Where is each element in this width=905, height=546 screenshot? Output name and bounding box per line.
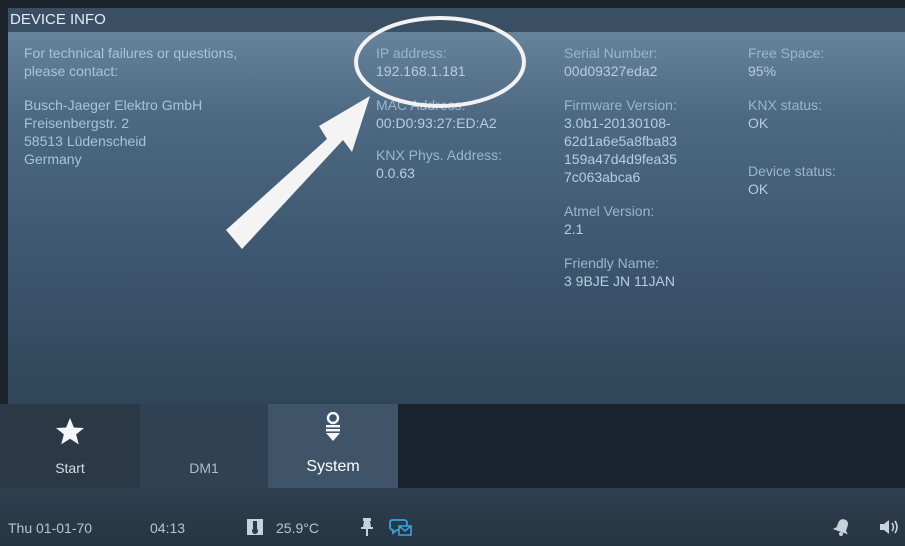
pointer-arrow xyxy=(226,96,370,249)
tab-start-label: Start xyxy=(55,460,85,476)
message-icon[interactable] xyxy=(389,517,413,537)
status-bar: Thu 01-01-70 04:13 25.9°C xyxy=(0,488,905,546)
device-info-panel: DEVICE INFO For technical failures or qu… xyxy=(8,8,905,404)
date-display: Thu 01-01-70 xyxy=(8,520,93,536)
system-icon xyxy=(326,412,340,441)
bottom-nav: Start DM1 System xyxy=(0,404,905,488)
tab-start[interactable]: Start xyxy=(0,404,140,488)
star-icon xyxy=(56,418,84,445)
bell-icon[interactable] xyxy=(832,517,852,537)
thermometer-icon[interactable] xyxy=(246,518,264,536)
pin-icon[interactable] xyxy=(360,517,374,537)
tab-system-label: System xyxy=(306,458,360,475)
time-display: 04:13 xyxy=(150,520,186,536)
tab-dm1-label: DM1 xyxy=(189,460,219,476)
annotation-overlay xyxy=(226,16,526,249)
temperature-display: 25.9°C xyxy=(276,520,319,536)
highlight-circle xyxy=(354,16,526,108)
speaker-icon[interactable] xyxy=(878,517,900,537)
tab-system[interactable]: System xyxy=(268,404,398,488)
tab-dm1[interactable]: DM1 xyxy=(140,404,268,488)
